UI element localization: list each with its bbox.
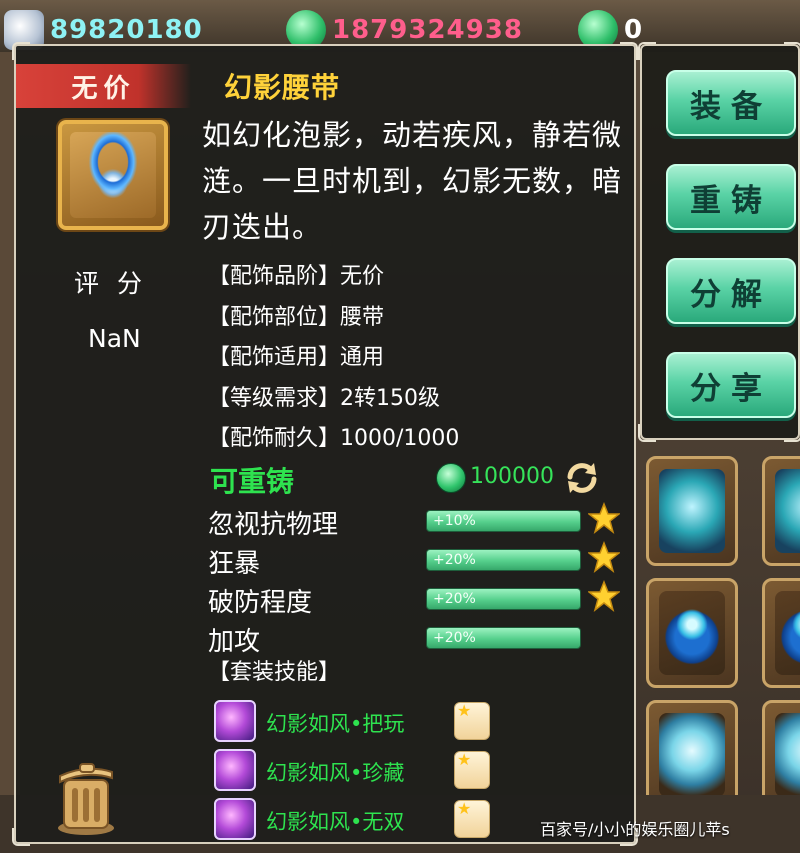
skill-hand-icon: ★ [454, 701, 490, 740]
reforge-row: 可重铸 100000 [208, 458, 628, 498]
belt-icon [70, 132, 156, 218]
jade-bound-amount: 1879324938 [332, 15, 523, 45]
inventory-slot[interactable] [762, 456, 800, 566]
skill-hand-icon: ★ [454, 799, 490, 838]
set-skill-item[interactable]: 幻影如风•无双 ★ [214, 798, 514, 847]
attribute-bar: +20% [426, 588, 581, 610]
attribute-bar: +20% [426, 549, 581, 571]
skill-hand-icon: ★ [454, 750, 490, 789]
grade-badge-label: 无价 [71, 73, 136, 104]
attribute-bar: +10% [426, 510, 581, 532]
attribute-name: 狂暴 [208, 549, 261, 579]
attribute-row: 忽视抗物理 +10% [208, 502, 628, 541]
star-icon [588, 502, 620, 534]
attribute-bonus: +20% [433, 552, 476, 568]
property-level-req: 【等级需求】2转150级 [208, 385, 440, 411]
inventory-slot[interactable] [762, 700, 800, 810]
attribute-bonus: +10% [433, 513, 476, 529]
star-icon [588, 541, 620, 573]
inventory-slot[interactable] [646, 456, 738, 566]
attribute-list: 忽视抗物理 +10% 狂暴 +20% 破防程度 +20% 加攻 +20% [208, 502, 628, 658]
inventory-slot[interactable] [762, 578, 800, 688]
silver-resource: 89820180 [4, 10, 203, 50]
attribute-bonus: +20% [433, 591, 476, 607]
attribute-name: 加攻 [208, 627, 261, 657]
inventory-slot[interactable] [646, 578, 738, 688]
ring-item-icon [775, 591, 800, 675]
item-properties: 【配饰品阶】无价 【配饰部位】腰带 【配饰适用】通用 【等级需求】2转150级 … [208, 254, 459, 457]
attribute-row: 破防程度 +20% [208, 580, 628, 619]
claw-ring-item-icon [659, 713, 725, 797]
skill-name: 幻影如风•珍藏 [266, 761, 405, 785]
equip-button[interactable]: 装备 [666, 70, 796, 136]
robe-item-icon [659, 469, 725, 553]
share-button[interactable]: 分享 [666, 352, 796, 418]
attribute-name: 忽视抗物理 [208, 510, 339, 540]
action-panel: 装备 重铸 分解 分享 [638, 42, 800, 442]
skill-name: 幻影如风•把玩 [266, 712, 405, 736]
attribute-row: 加攻 +20% [208, 619, 628, 658]
silver-amount: 89820180 [50, 15, 203, 45]
set-skills-label: 【套装技能】 [208, 660, 341, 685]
attribute-row: 狂暴 +20% [208, 541, 628, 580]
property-durability: 【配饰耐久】1000/1000 [208, 426, 460, 452]
property-slot: 【配饰部位】腰带 [208, 304, 385, 330]
claw-ring-item-icon [775, 713, 800, 797]
inventory-slot[interactable] [646, 700, 738, 810]
robe-item-icon [775, 469, 800, 553]
set-skill-item[interactable]: 幻影如风•珍藏 ★ [214, 749, 514, 798]
item-tooltip: 无价 幻影腰带 评分 NaN 如幻化泡影，动若疾风，静若微涟。一旦时机到，幻影无… [12, 42, 638, 847]
skill-icon [214, 700, 256, 742]
score-value: NaN [88, 324, 141, 353]
refresh-icon[interactable] [564, 461, 600, 495]
decompose-button[interactable]: 分解 [666, 258, 796, 324]
ring-item-icon [659, 591, 725, 675]
jade-bound-resource: 1879324938 [286, 10, 523, 50]
property-applicable: 【配饰适用】通用 [208, 345, 385, 371]
attribute-bonus: +20% [433, 630, 476, 646]
trash-icon[interactable] [54, 758, 118, 836]
star-icon [588, 580, 620, 612]
skill-icon [214, 798, 256, 840]
attribute-bar: +20% [426, 627, 581, 649]
item-icon-frame [58, 120, 168, 230]
score-label: 评分 [74, 269, 161, 298]
reforge-cost: 100000 [470, 464, 554, 489]
reforgeable-label: 可重铸 [210, 465, 295, 498]
set-skill-item[interactable]: 幻影如风•把玩 ★ [214, 700, 514, 749]
watermark: 百家号/小小的娱乐圈儿苹s [540, 820, 730, 839]
set-skill-list: 幻影如风•把玩 ★ 幻影如风•珍藏 ★ 幻影如风•无双 ★ [214, 700, 514, 847]
grade-badge: 无价 [16, 64, 191, 108]
jade-amount: 0 [624, 15, 644, 45]
item-description: 如幻化泡影，动若疾风，静若微涟。一旦时机到，幻影无数，暗刃迭出。 [202, 118, 623, 244]
skill-icon [214, 749, 256, 791]
skill-name: 幻影如风•无双 [266, 810, 405, 834]
attribute-name: 破防程度 [208, 588, 313, 618]
reforge-button[interactable]: 重铸 [666, 164, 796, 230]
jade-coin-icon [436, 463, 466, 493]
item-name: 幻影腰带 [224, 71, 341, 104]
property-grade: 【配饰品阶】无价 [208, 264, 385, 290]
